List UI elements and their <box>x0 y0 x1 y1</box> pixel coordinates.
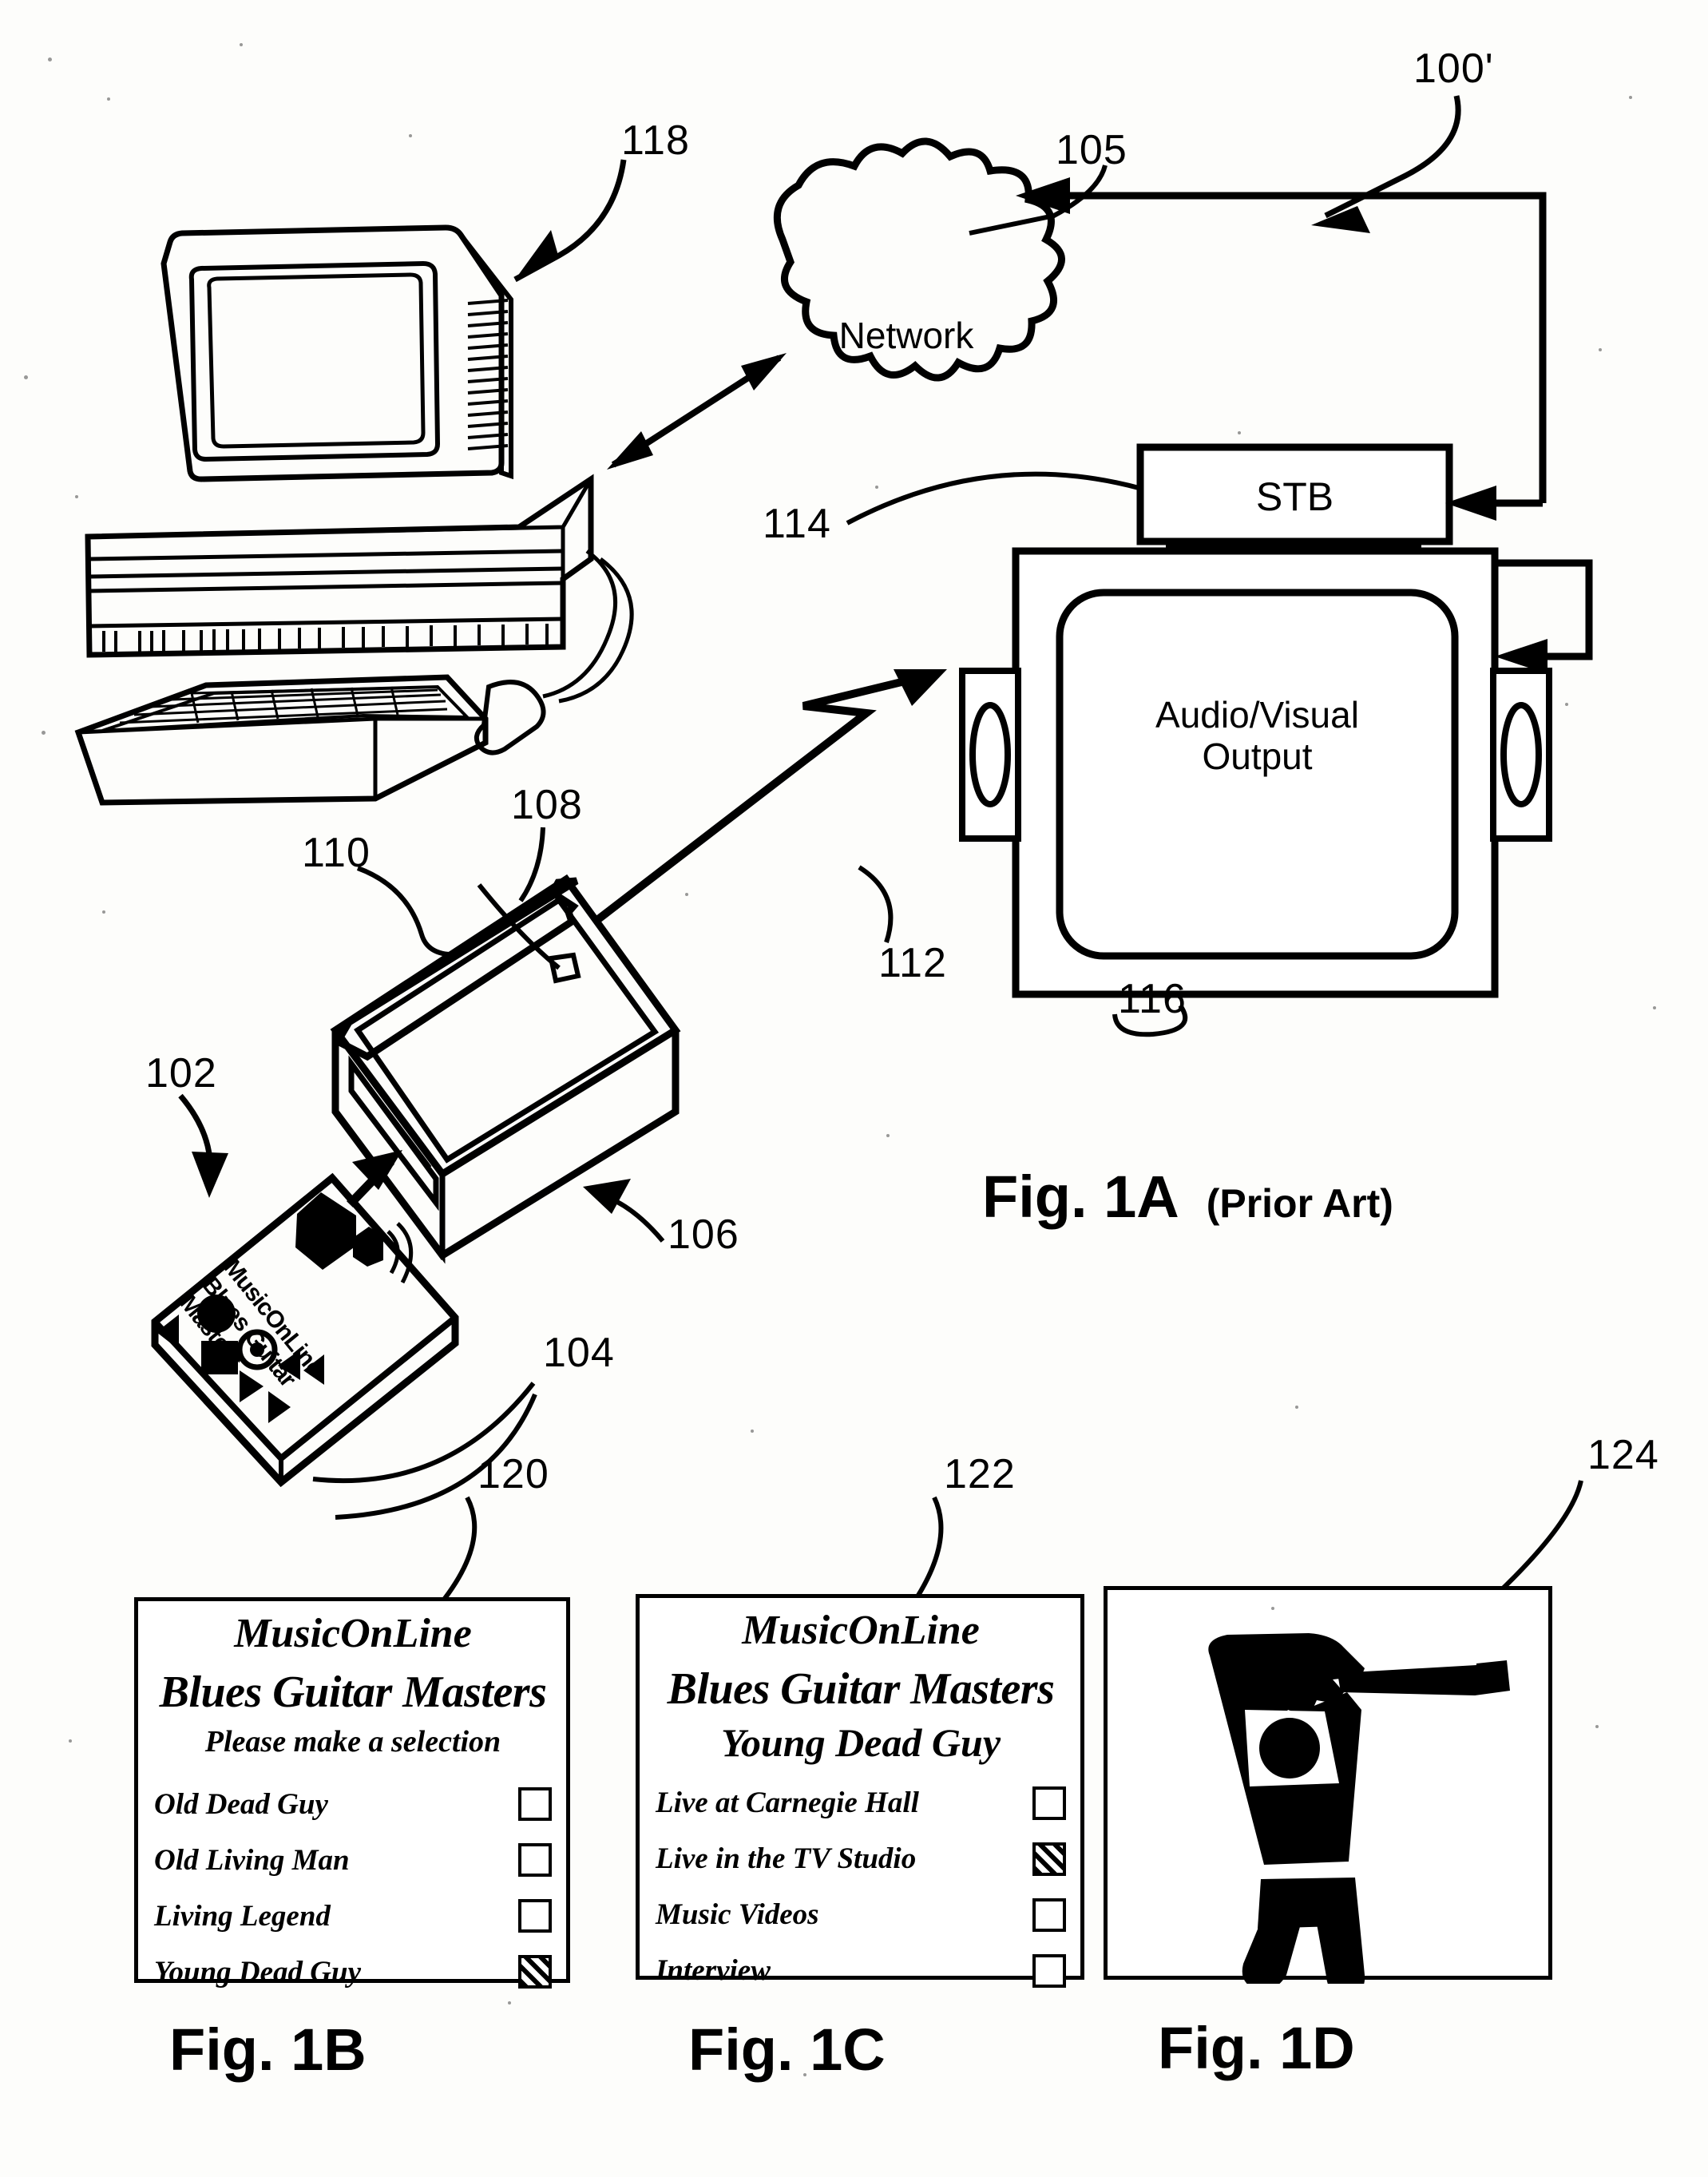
fig1b-option-label-2: Living Legend <box>154 1899 331 1933</box>
list-item[interactable]: Music Videos <box>656 1890 1066 1940</box>
fig1b-checkbox-2[interactable] <box>518 1899 552 1933</box>
fig1a-caption: Fig. 1A <box>982 1164 1179 1230</box>
fig1b-option-label-1: Old Living Man <box>154 1843 350 1877</box>
fig1a-caption-note: (Prior Art) <box>1206 1181 1393 1226</box>
fig1b-album: Blues Guitar Masters <box>159 1667 547 1717</box>
reference-numeral-124: 124 <box>1587 1432 1659 1478</box>
reference-numeral-104: 104 <box>543 1330 615 1376</box>
fig1c-option-label-3: Interview <box>656 1954 771 1988</box>
fig1b-option-label-0: Old Dead Guy <box>154 1787 328 1821</box>
fig1c-option-label-2: Music Videos <box>656 1898 819 1932</box>
fig1d-caption: Fig. 1D <box>1158 2015 1355 2081</box>
fig1c-option-label-1: Live in the TV Studio <box>656 1842 917 1876</box>
fig1d-screen-panel[interactable] <box>1104 1586 1552 1996</box>
list-item[interactable]: Old Living Man <box>154 1835 552 1885</box>
reference-numeral-120: 120 <box>478 1451 549 1497</box>
card-text-block: MusicOnLine Blues Guitar Masters <box>173 1254 328 1418</box>
list-item[interactable]: Old Dead Guy <box>154 1779 552 1829</box>
insert-arrow <box>347 1150 402 1207</box>
patent-drawing-sheet: 100' 105 118 114 116 112 108 110 106 104… <box>0 0 1708 2177</box>
stb-label: STB <box>1255 474 1334 519</box>
fig1c-brand: MusicOnLine <box>742 1608 980 1653</box>
reference-numeral-106: 106 <box>668 1211 739 1258</box>
fig1c-checkbox-0[interactable] <box>1032 1786 1066 1820</box>
list-item[interactable]: Interview <box>656 1946 1066 1996</box>
reference-numeral-118: 118 <box>621 117 690 164</box>
fig1c-caption: Fig. 1C <box>688 2016 886 2083</box>
fig1b-checkbox-0[interactable] <box>518 1787 552 1822</box>
fig1b-checkbox-1[interactable] <box>518 1843 552 1878</box>
fig1c-option-label-0: Live at Carnegie Hall <box>656 1786 919 1820</box>
list-item[interactable]: Living Legend <box>154 1891 552 1941</box>
guitarist-silhouette-icon <box>1208 1633 1510 1996</box>
list-item[interactable]: Young Dead Guy <box>154 1947 552 1997</box>
reference-numeral-100: 100' <box>1413 46 1494 92</box>
fig1b-brand: MusicOnLine <box>234 1611 472 1656</box>
fig1c-checkbox-2[interactable] <box>1032 1897 1066 1932</box>
reference-numeral-102: 102 <box>145 1050 217 1096</box>
reference-numeral-110: 110 <box>302 830 371 876</box>
list-item[interactable]: Live in the TV Studio <box>656 1834 1066 1884</box>
reference-numeral-114: 114 <box>763 501 831 547</box>
fig1b-caption: Fig. 1B <box>169 2016 367 2083</box>
fig1c-option-list: Live at Carnegie Hall Live in the TV Stu… <box>656 1778 1066 1996</box>
fig1b-option-label-3: Young Dead Guy <box>154 1955 362 1989</box>
list-item[interactable]: Live at Carnegie Hall <box>656 1778 1066 1828</box>
av-output-label-line2: Output <box>1202 735 1313 777</box>
av-output-label-line1: Audio/Visual <box>1155 694 1359 736</box>
fig1b-screen-panel[interactable]: MusicOnLine Blues Guitar Masters Please … <box>134 1597 570 1989</box>
reference-numeral-112: 112 <box>878 940 947 986</box>
fig1c-screen-panel[interactable]: MusicOnLine Blues Guitar Masters Young D… <box>636 1594 1084 1988</box>
fig1c-checkbox-1[interactable] <box>1032 1842 1066 1876</box>
wireless-link-arrow <box>591 669 947 943</box>
fig1b-option-list: Old Dead Guy Old Living Man Living Legen… <box>154 1779 552 1997</box>
pc-network-link <box>607 353 787 470</box>
reference-numeral-105: 105 <box>1056 127 1127 173</box>
stb-to-tv-link <box>1449 559 1593 674</box>
fig1c-checkbox-3[interactable] <box>1032 1953 1066 1988</box>
stb-to-network-return <box>1016 177 1547 521</box>
fig1b-checkbox-3[interactable] <box>518 1955 552 1989</box>
reference-numeral-116: 116 <box>1118 976 1187 1022</box>
fig1c-album: Blues Guitar Masters <box>667 1663 1055 1714</box>
reference-numeral-108: 108 <box>511 782 583 828</box>
fig1b-subtitle: Please make a selection <box>204 1725 501 1759</box>
fig1a-caption-group: Fig. 1A (Prior Art) <box>982 1168 1393 1227</box>
card-reader-illustration <box>330 874 681 1264</box>
reference-numeral-122: 122 <box>944 1451 1016 1497</box>
fig1c-artist: Young Dead Guy <box>720 1720 1001 1766</box>
network-label: Network <box>838 315 974 356</box>
personal-computer-illustration <box>74 224 634 806</box>
